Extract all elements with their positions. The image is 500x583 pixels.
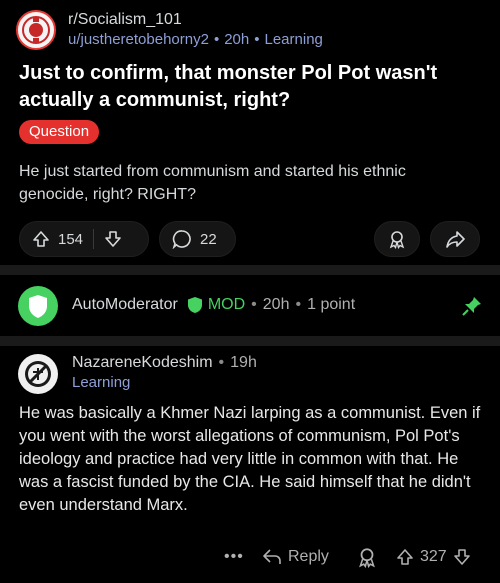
upvote-count: 154 <box>58 230 84 248</box>
more-icon[interactable]: ••• <box>224 548 244 566</box>
upvote-icon[interactable] <box>32 230 50 248</box>
pin-icon <box>462 296 482 316</box>
share-button[interactable] <box>430 221 480 257</box>
reply-button[interactable]: Reply <box>262 548 329 566</box>
reply-label: Reply <box>288 548 329 565</box>
automod-username[interactable]: AutoModerator <box>72 296 178 314</box>
award-icon <box>387 229 407 249</box>
automod-header: AutoModerator MOD • 20h • 1 point <box>72 296 356 314</box>
shield-icon <box>29 295 47 318</box>
share-icon <box>445 229 465 249</box>
subreddit-name[interactable]: r/Socialism_101 <box>68 11 182 29</box>
anti-symbol-icon <box>19 355 57 393</box>
comment-flair: Learning <box>72 374 131 391</box>
comment-header: NazareneKodeshim • 19h <box>72 354 257 371</box>
post-flair: Learning <box>264 31 323 48</box>
section-divider <box>0 265 500 275</box>
automod-comment[interactable]: AutoModerator MOD • 20h • 1 point <box>0 276 500 336</box>
award-button[interactable] <box>374 221 420 257</box>
comment-vote-count: 327 <box>420 548 447 565</box>
comment-card: NazareneKodeshim • 19h Learning He was bas… <box>0 346 500 583</box>
comment-body: He was basically a Khmer Nazi larping as… <box>19 404 481 514</box>
automod-age: 20h <box>262 296 290 313</box>
subreddit-logo-icon <box>19 13 53 47</box>
subreddit-avatar[interactable] <box>16 10 56 50</box>
mod-badge: MOD <box>207 296 246 313</box>
comments-button[interactable]: 22 <box>159 221 236 257</box>
mod-shield-icon <box>187 297 202 313</box>
vote-divider <box>93 229 95 249</box>
downvote-icon[interactable] <box>104 230 122 248</box>
comment-age: 19h <box>230 354 257 371</box>
downvote-icon[interactable] <box>453 548 471 566</box>
automod-points: 1 point <box>307 296 356 313</box>
reply-icon <box>263 549 281 564</box>
automod-avatar[interactable] <box>18 286 58 326</box>
comment-count: 22 <box>200 230 217 248</box>
comment-icon <box>172 229 192 249</box>
section-divider <box>0 336 500 346</box>
post-age: 20h <box>224 31 250 48</box>
post-body: He just started from communism and start… <box>19 163 406 203</box>
post-author[interactable]: u/justheretobehorny2 <box>68 31 209 48</box>
award-icon[interactable] <box>356 546 378 568</box>
comment-author[interactable]: NazareneKodeshim <box>72 354 213 371</box>
comment-actions: ••• Reply 327 <box>0 544 500 574</box>
comment-vote: 327 <box>396 548 471 566</box>
question-tag[interactable]: Question <box>19 120 100 144</box>
commenter-avatar[interactable] <box>18 354 58 394</box>
post-card: r/Socialism_101 u/justheretobehorny2 • 20h… <box>0 0 500 263</box>
post-meta: u/justheretobehorny2 • 20h • Learning <box>68 31 323 48</box>
post-title[interactable]: Just to confirm, that monster Pol Pot wa… <box>19 60 489 114</box>
upvote-icon[interactable] <box>396 548 414 566</box>
vote-bar: 154 <box>19 221 149 257</box>
